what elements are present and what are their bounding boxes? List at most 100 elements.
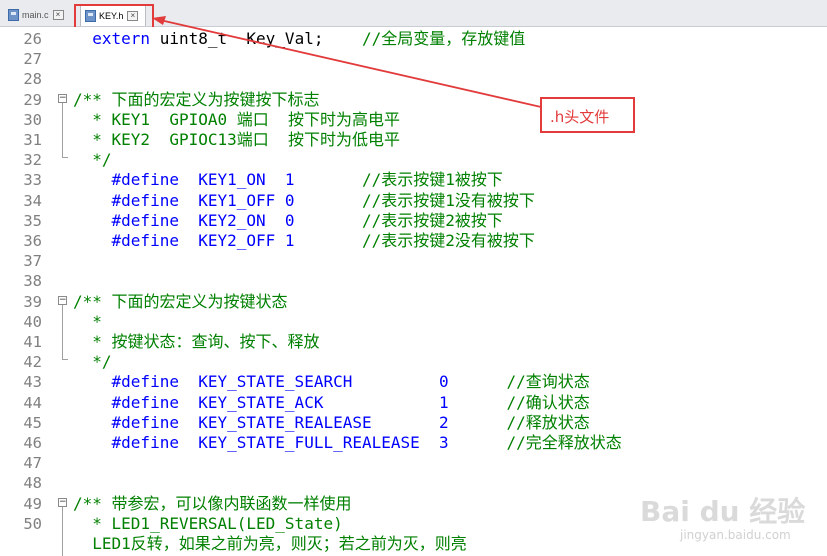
code-text: /** 下面的宏定义为按键状态 [73,292,288,312]
code-token: #define KEY_STATE_ACK 1 [73,392,507,412]
fold-end [62,359,68,360]
code-line[interactable]: 41 * 按键状态：查询、按下、释放 [0,332,827,352]
code-token: * LED1_REVERSAL(LED_State) [73,513,343,533]
line-number: 41 [23,333,42,351]
code-text: #define KEY_STATE_REALEASE 2 //释放状态 [73,413,590,433]
fold-line [62,103,63,157]
line-number: 45 [23,413,42,432]
code-line[interactable]: 47 [0,453,827,473]
code-text: /** 带参宏，可以像内联函数一样使用 [73,494,352,514]
code-token: //查询状态 [506,372,590,392]
code-line[interactable]: 43 #define KEY_STATE_SEARCH 0 //查询状态 [0,372,827,392]
code-line[interactable]: 45 #define KEY_STATE_REALEASE 2 //释放状态 [0,413,827,433]
fold-line [62,507,63,556]
code-text: * KEY2 GPIOC13端口 按下时为低电平 [73,130,400,150]
line-number: 49 [23,494,42,513]
code-token: #define KEY1_OFF 0 [73,190,362,210]
code-line[interactable]: 26 extern uint8_t Key_Val; //全局变量，存放键值 [0,29,827,49]
code-token: #define KEY2_OFF 1 [73,231,362,250]
code-token: /** 带参宏，可以像内联函数一样使用 [73,493,352,513]
code-text: #define KEY_STATE_ACK 1 //确认状态 [73,393,590,413]
watermark: Bai du 经验 jingyan.baidu.com [630,490,820,550]
code-token: extern [73,29,160,48]
code-text: */ [73,150,112,170]
code-text: * KEY1 GPIOA0 端口 按下时为高电平 [73,110,400,130]
line-number: 37 [23,252,42,271]
code-text: * LED1_REVERSAL(LED_State) [73,513,343,534]
close-icon[interactable]: × [52,10,64,20]
code-line[interactable]: 27 [0,49,827,69]
fold-line [62,305,63,359]
code-line[interactable]: 40 * [0,312,827,332]
code-token: //释放状态 [506,412,590,432]
code-line[interactable]: 31 * KEY2 GPIOC13端口 按下时为低电平 [0,130,827,150]
code-text: * [73,312,102,332]
tab-bar: main.c × KEY.h × [0,0,827,35]
file-icon [8,9,19,21]
code-text: /** 下面的宏定义为按键按下标志 [73,90,320,110]
line-number: 50 [23,514,42,533]
code-line[interactable]: 33 #define KEY1_ON 1 //表示按键1被按下 [0,170,827,190]
code-token: /** 下面的宏定义为按键按下标志 [73,89,320,109]
code-token: //表示按键1没有被按下 [361,190,535,210]
code-token: * 按键状态：查询、按下、释放 [73,332,320,351]
code-line[interactable]: 30 * KEY1 GPIOA0 端口 按下时为高电平 [0,110,827,130]
code-text: LED1反转，如果之前为亮，则灭；若之前为灭，则亮 [73,534,467,554]
code-token: #define KEY_STATE_FULL_REALEASE 3 [73,433,507,452]
line-number: 26 [23,30,42,48]
line-number: 43 [23,373,42,392]
code-text: #define KEY1_ON 1 //表示按键1被按下 [73,170,503,190]
code-token: * [73,311,102,331]
line-number: 34 [23,191,42,210]
code-editor[interactable]: 26 extern uint8_t Key_Val; //全局变量，存放键值 27… [0,27,827,556]
fold-toggle-icon[interactable]: − [58,296,67,305]
code-line[interactable]: 34 #define KEY1_OFF 0 //表示按键1没有被按下 [0,191,827,211]
line-number: 36 [23,232,42,250]
line-number: 46 [23,434,42,452]
line-number: 30 [23,110,42,129]
code-token: #define KEY_STATE_REALEASE 2 [73,412,507,432]
code-line[interactable]: 38 [0,271,827,291]
line-number: 38 [23,272,42,291]
code-text: */ [73,352,112,372]
line-number: 32 [23,151,42,170]
code-line[interactable]: 36 #define KEY2_OFF 1 //表示按键2没有被按下 [0,231,827,251]
line-number: 48 [23,474,42,493]
code-token: //表示按键1被按下 [361,170,503,190]
fold-toggle-icon[interactable]: − [58,498,67,507]
code-line[interactable]: 35 #define KEY2_ON 0 //表示按键2被按下 [0,211,827,231]
code-line[interactable]: 28 [0,69,827,89]
line-number: 33 [23,171,42,190]
code-line[interactable]: 44 #define KEY_STATE_ACK 1 //确认状态 [0,393,827,413]
line-number: 28 [23,70,42,89]
fold-toggle-icon[interactable]: − [58,94,67,103]
line-number: 27 [23,50,42,69]
code-line[interactable]: 42 */ [0,352,827,372]
code-token: */ [73,352,112,372]
line-number: 47 [23,454,42,473]
code-line[interactable]: 29 /** 下面的宏定义为按键按下标志 [0,90,827,110]
annotation-callout: .h头文件 [540,97,635,133]
code-text: #define KEY_STATE_SEARCH 0 //查询状态 [73,372,590,392]
code-token: */ [73,150,112,170]
code-text: #define KEY_STATE_FULL_REALEASE 3 //完全释放… [73,433,622,453]
code-line[interactable]: 32 */ [0,150,827,170]
code-token: * KEY1 GPIOA0 端口 按下时为高电平 [73,109,401,129]
fold-end [62,157,68,158]
line-number: 39 [23,292,42,311]
line-number: 29 [23,90,42,109]
code-line[interactable]: 46 #define KEY_STATE_FULL_REALEASE 3 //完… [0,433,827,453]
code-text: #define KEY1_OFF 0 //表示按键1没有被按下 [73,191,535,211]
code-token: //表示按键2没有被按下 [361,231,535,250]
code-line[interactable]: 37 [0,251,827,271]
code-token: //确认状态 [506,392,590,412]
line-number: 42 [23,353,42,372]
watermark-site: jingyan.baidu.com [680,528,791,542]
callout-text: .h头文件 [550,108,610,126]
code-line[interactable]: 39 /** 下面的宏定义为按键状态 [0,292,827,312]
tab-main-c[interactable]: main.c × [4,6,70,24]
code-token: //完全释放状态 [506,433,622,452]
code-text: #define KEY2_OFF 1 //表示按键2没有被按下 [73,231,535,251]
code-text: #define KEY2_ON 0 //表示按键2被按下 [73,211,503,231]
code-token: #define KEY_STATE_SEARCH 0 [73,372,507,392]
